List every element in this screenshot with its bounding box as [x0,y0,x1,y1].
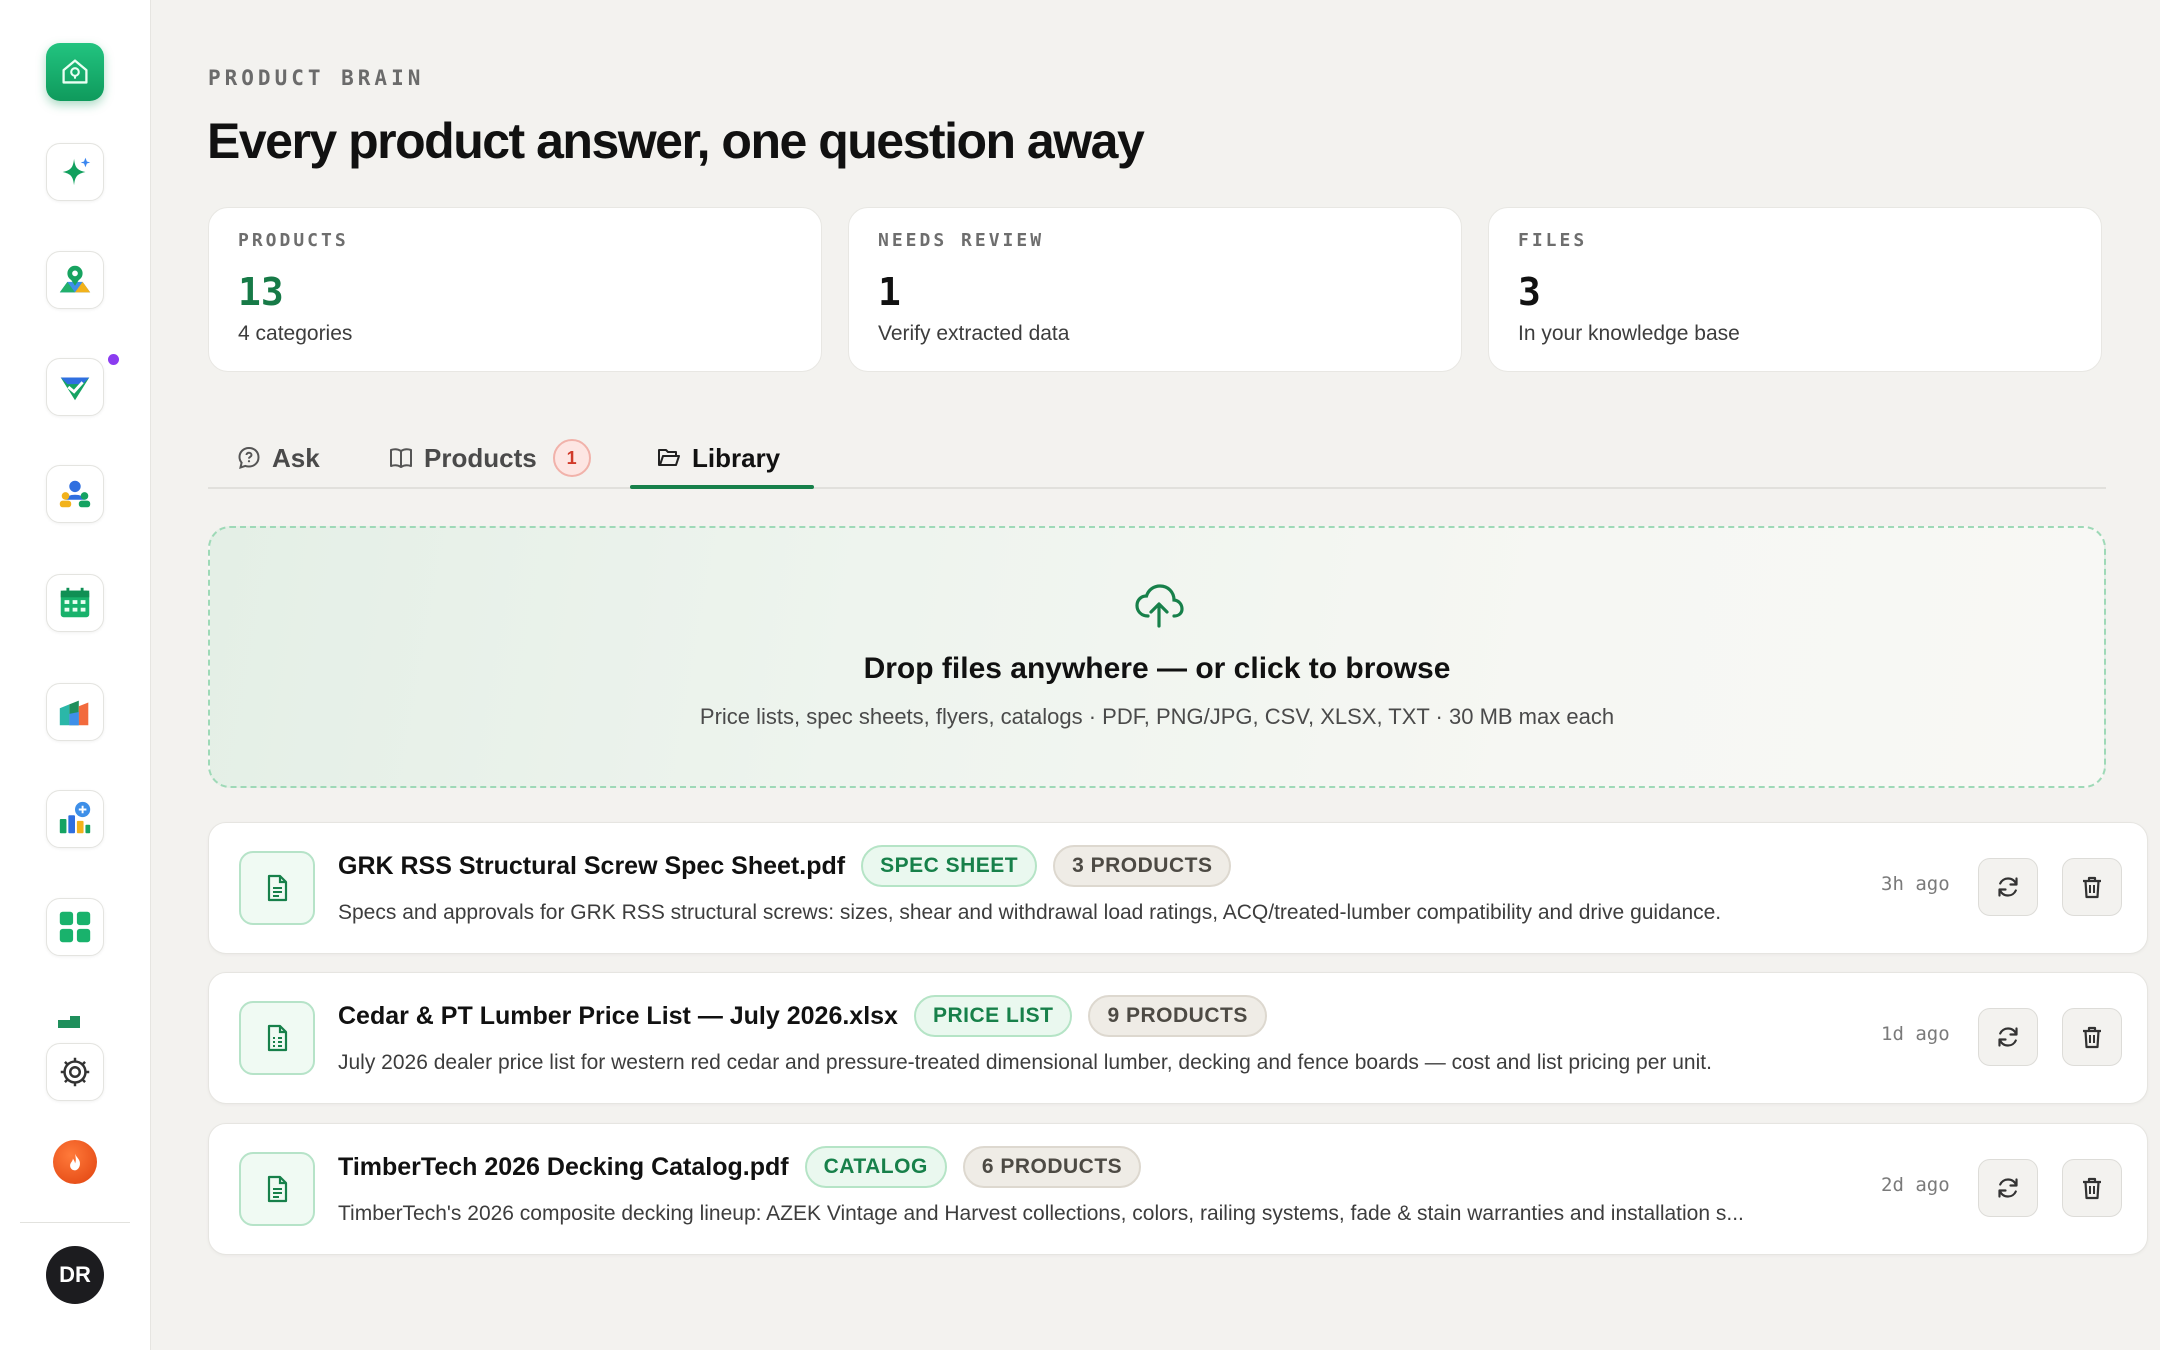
sidebar: DR [0,0,151,1350]
file-description: July 2026 dealer price list for western … [338,1051,1712,1074]
delete-button[interactable] [2062,1008,2122,1066]
chart-chat-icon[interactable] [46,790,104,848]
stat-label: PRODUCTS [238,230,349,251]
page-eyebrow: PRODUCT BRAIN [208,66,425,90]
avatar[interactable]: DR [46,1246,104,1304]
file-dropzone[interactable]: Drop files anywhere — or click to browse… [208,526,2106,788]
reprocess-button[interactable] [1978,1008,2038,1066]
map-pin-icon[interactable] [46,251,104,309]
trash-icon [2083,1177,2101,1200]
refresh-icon [1998,1027,2018,1047]
open-book-icon [390,448,412,468]
file-type-badge: CATALOG [804,1146,947,1188]
file-timestamp: 1d ago [1881,1023,1950,1045]
refresh-icon [1998,877,2018,897]
product-count-badge: 3 PRODUCTS [1053,845,1232,887]
stat-value: 3 [1518,270,1541,314]
file-description: TimberTech's 2026 composite decking line… [338,1202,1744,1225]
home-pin-icon[interactable] [46,43,104,101]
tab-label: Products [424,442,537,473]
stat-subtitle: In your knowledge base [1518,322,1740,345]
dropzone-title: Drop files anywhere — or click to browse [863,652,1451,685]
file-name[interactable]: TimberTech 2026 Decking Catalog.pdf [338,1153,789,1182]
reprocess-button[interactable] [1978,858,2038,916]
settings-icon[interactable] [46,1043,104,1101]
stat-card-files: FILES 3 In your knowledge base [1488,207,2102,372]
tab-label: Ask [272,442,320,473]
stat-subtitle: Verify extracted data [878,322,1070,345]
chat-bubble-icon [238,446,260,470]
tabs-divider [208,487,2106,489]
file-name[interactable]: Cedar & PT Lumber Price List — July 2026… [338,1002,898,1031]
sparkle-icon[interactable] [46,143,104,201]
cut-off-icon [46,1008,104,1028]
file-timestamp: 2d ago [1881,1174,1950,1196]
document-icon [239,851,315,925]
file-name[interactable]: GRK RSS Structural Screw Spec Sheet.pdf [338,852,845,881]
product-count-badge: 6 PRODUCTS [962,1146,1142,1188]
tab-products[interactable]: Products 1 [388,428,591,488]
file-row[interactable]: GRK RSS Structural Screw Spec Sheet.pdf … [208,822,2148,954]
flame-icon[interactable] [53,1140,97,1184]
sidebar-divider [20,1222,130,1223]
product-count-badge: 9 PRODUCTS [1088,995,1267,1037]
document-icon [239,1152,315,1226]
tab-label: Library [692,442,781,473]
stat-card-products: PRODUCTS 13 4 categories [208,207,822,372]
bar-chart-icon[interactable] [46,683,104,741]
products-count-badge: 1 [552,439,591,477]
people-icon[interactable] [46,465,104,523]
calendar-icon[interactable] [46,574,104,632]
file-type-badge: PRICE LIST [913,995,1073,1037]
grid-icon[interactable] [46,898,104,956]
cloud-upload-icon [1135,584,1184,628]
stat-label: NEEDS REVIEW [878,230,1045,251]
stat-value: 13 [238,270,284,314]
stat-subtitle: 4 categories [238,322,353,345]
stat-label: FILES [1518,230,1588,251]
dropzone-subtitle: Price lists, spec sheets, flyers, catalo… [699,704,1615,729]
file-timestamp: 3h ago [1881,873,1950,895]
refresh-icon [1998,1178,2018,1198]
delete-button[interactable] [2062,858,2122,916]
notification-dot [108,354,119,365]
file-type-badge: SPEC SHEET [861,845,1038,887]
active-tab-indicator [630,485,814,489]
trash-icon [2083,1026,2101,1049]
stat-value: 1 [878,270,901,314]
file-row[interactable]: Cedar & PT Lumber Price List — July 2026… [208,972,2148,1104]
stat-card-needs-review: NEEDS REVIEW 1 Verify extracted data [848,207,1462,372]
file-description: Specs and approvals for GRK RSS structur… [338,901,1722,924]
trash-icon [2083,876,2101,899]
page-title: Every product answer, one question away [207,113,1145,169]
reprocess-button[interactable] [1978,1159,2038,1217]
tab-ask[interactable]: Ask [236,428,320,488]
folder-open-icon [658,449,680,466]
tab-library[interactable]: Library [656,428,780,488]
delete-button[interactable] [2062,1159,2122,1217]
file-row[interactable]: TimberTech 2026 Decking Catalog.pdf CATA… [208,1123,2148,1255]
shield-check-icon[interactable] [46,358,104,416]
spreadsheet-icon [239,1001,315,1075]
